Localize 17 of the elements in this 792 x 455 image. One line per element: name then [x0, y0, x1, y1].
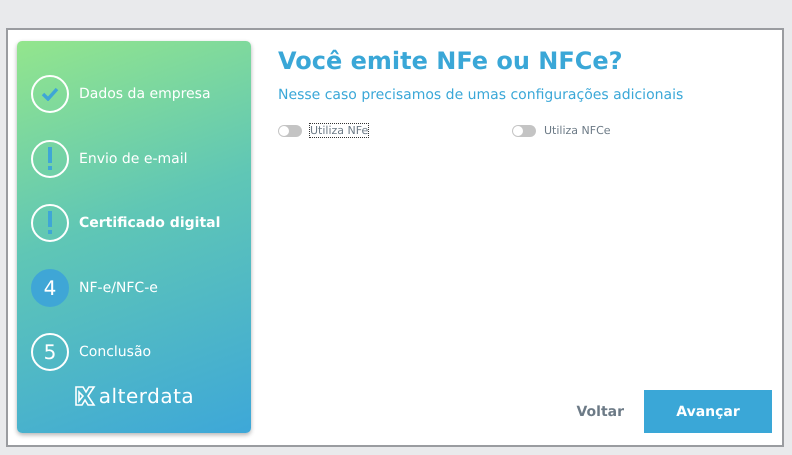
toggle-switch[interactable]: [512, 124, 536, 136]
step-label[interactable]: Envio de e-mail: [79, 150, 188, 166]
page-title: Você emite NFe ou NFCe?: [278, 47, 624, 75]
step-label[interactable]: Conclusão: [79, 344, 152, 360]
step-label[interactable]: NF-e/NFC-e: [79, 280, 158, 296]
toggle-label[interactable]: Utiliza NFCe: [543, 123, 612, 138]
step-number: 5: [31, 333, 69, 371]
brand-name: alterdata: [98, 384, 194, 408]
back-button[interactable]: Voltar: [570, 402, 630, 420]
step-label[interactable]: Dados da empresa: [79, 86, 211, 102]
toggle-switch[interactable]: [278, 124, 302, 136]
step-number: 4: [31, 268, 69, 306]
next-button[interactable]: Avançar: [644, 390, 772, 433]
subtitle: Nesse caso precisamos de umas configurações adicionais: [278, 87, 684, 103]
toggle-label[interactable]: Utiliza NFe: [309, 123, 370, 138]
step-label[interactable]: Certificado digital: [79, 215, 220, 231]
logo-icon: [74, 384, 96, 406]
